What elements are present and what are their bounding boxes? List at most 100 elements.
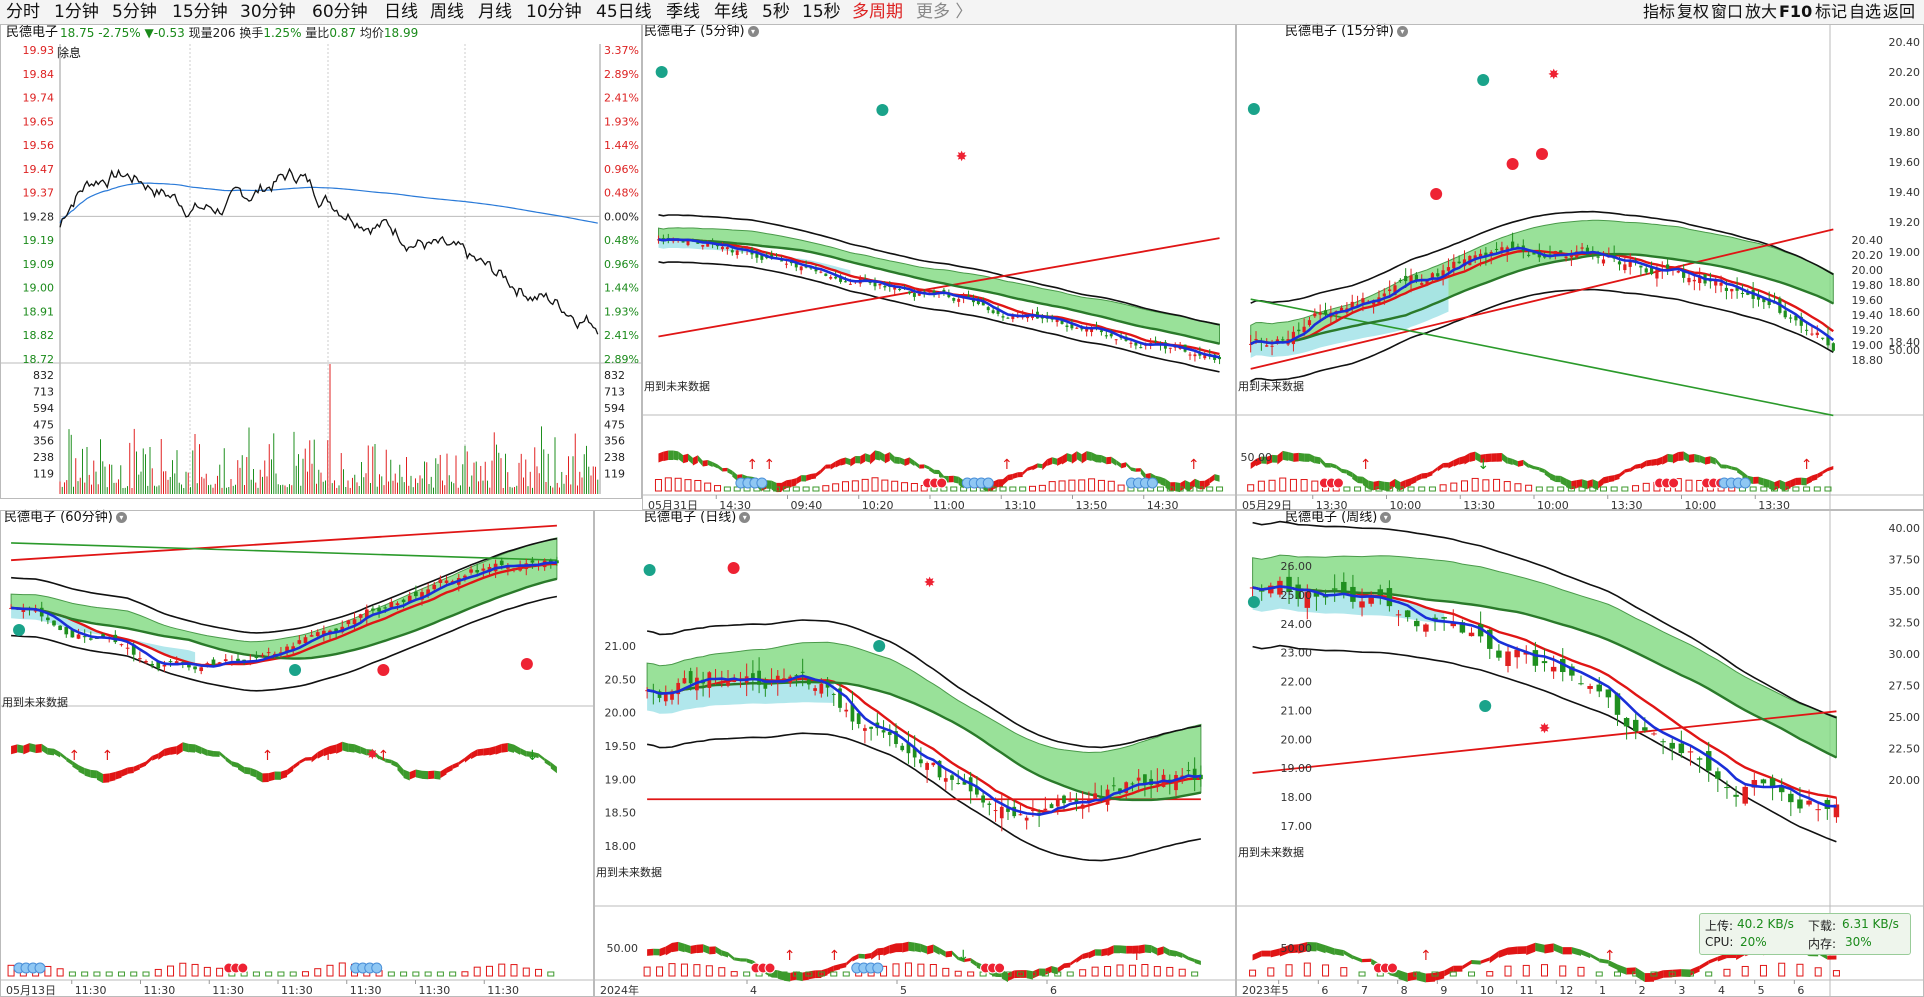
indicator-wave (1027, 465, 1033, 471)
indicator-wave (740, 958, 747, 962)
indicator-wave (712, 462, 718, 469)
indicator-wave (262, 773, 269, 783)
candle-body (193, 666, 197, 670)
indicator-wave (1190, 478, 1195, 491)
tab-5min[interactable]: 5分钟 (112, 1, 157, 23)
candle-body (266, 652, 271, 654)
indicator-bar (694, 479, 702, 492)
candle-body (848, 283, 852, 285)
indicator-wave (182, 742, 189, 753)
tab-quarterly[interactable]: 季线 (666, 1, 700, 23)
candle-body (1395, 614, 1402, 616)
zoom-button[interactable]: 放大 (1745, 1, 1777, 23)
indicator-wave (354, 744, 361, 755)
indicator-wave (1405, 478, 1412, 488)
upload-speed: 40.2 KB/s (1737, 917, 1794, 931)
indicator-wave (1535, 942, 1545, 953)
indicator-wave (845, 457, 851, 466)
tab-daily[interactable]: 日线 (384, 1, 418, 23)
indicator-button[interactable]: 指标 (1643, 1, 1675, 23)
indicator-wave (894, 456, 900, 465)
candle-body (1601, 259, 1606, 264)
indicator-wave (1346, 469, 1353, 478)
tab-weekly[interactable]: 周线 (430, 1, 464, 23)
candle-body (475, 570, 480, 573)
up-arrow-icon: ↑ (746, 457, 758, 473)
indicator-wave (1362, 958, 1372, 963)
indicator-wave (293, 760, 300, 770)
pct-axis-label: 0.00% (604, 210, 639, 223)
right-axis-label: 50.00 (1889, 344, 1921, 357)
indicator-bar (1354, 486, 1362, 492)
tab-monthly[interactable]: 月线 (478, 1, 512, 23)
indicator-bar (1279, 477, 1287, 492)
candle-body (82, 636, 87, 638)
time-axis-label: 10:00 (1685, 499, 1717, 510)
mark-button[interactable]: 标记 (1815, 1, 1847, 23)
indicator-bar (1216, 486, 1224, 492)
indicator-bar (1814, 967, 1822, 977)
tab-more[interactable]: 更多 〉 (916, 1, 972, 23)
price-axis-label: 19.56 (23, 139, 55, 152)
tab-yearly[interactable]: 年线 (714, 1, 748, 23)
candle-body (1055, 799, 1060, 807)
indicator-wave (1619, 469, 1625, 478)
indicator-wave (953, 475, 959, 484)
indicator-wave (875, 450, 880, 461)
indicator-wave (889, 943, 896, 954)
tab-multi-period[interactable]: 多周期 (852, 1, 903, 23)
kline-chart-15min[interactable]: 20.40 20.20 20.00 19.80 19.60 19.40 19.20 19.00… (1236, 24, 1924, 510)
indicator-bar (1091, 966, 1099, 977)
tab-30min[interactable]: 30分钟 (240, 1, 296, 23)
indicator-wave (1690, 965, 1700, 976)
indicator-wave (734, 957, 741, 962)
candle-body (1692, 279, 1696, 282)
candle-body (819, 271, 823, 273)
tab-10min[interactable]: 10分钟 (526, 1, 582, 23)
indicator-bar (1759, 964, 1767, 977)
time-axis-label: 1 (1599, 984, 1606, 997)
tab-1min[interactable]: 1分钟 (54, 1, 99, 23)
sub-axis-label: 50.00 (1241, 451, 1273, 464)
candle-body (303, 637, 308, 644)
future-data-note: 用到未来数据 (1238, 845, 1304, 859)
indicator-bar (861, 478, 869, 492)
indicator-wave (1656, 456, 1663, 466)
indicator-bar (1621, 486, 1629, 492)
price-line (59, 167, 599, 335)
window-button[interactable]: 窗口 (1711, 1, 1743, 23)
f10-button[interactable]: F10 (1779, 1, 1812, 23)
indicator-wave (164, 747, 171, 757)
candle-body (800, 671, 805, 673)
indicator-wave (1151, 945, 1158, 956)
candle-body (814, 269, 818, 272)
indicator-wave (835, 458, 841, 468)
tab-15min[interactable]: 15分钟 (172, 1, 228, 23)
indicator-wave (1334, 948, 1344, 957)
panel-border (642, 24, 1236, 510)
kline-chart-60min[interactable]: 用到未来数据 ↑ ↑ ↑ ↑ ↑ ↓ ✸ 05月13日 11:30 11:30 11:30 11:30 1… (0, 510, 594, 997)
tab-45day[interactable]: 45日线 (596, 1, 652, 23)
indicator-bar (191, 963, 199, 977)
kline-chart-daily[interactable]: 21.00 20.50 20.00 19.50 19.00 18.50 18.00 用到未来数… (594, 510, 1236, 997)
intraday-chart[interactable]: 19.93 3.37% 19.84 2.89% 19.74 2.41% 19.65 1.93%… (0, 24, 642, 499)
indicator-wave (1501, 453, 1508, 465)
tab-intraday[interactable]: 分时 (6, 1, 40, 23)
adjust-button[interactable]: 复权 (1677, 1, 1709, 23)
tab-5sec[interactable]: 5秒 (762, 1, 790, 23)
watchlist-button[interactable]: 自选 (1849, 1, 1881, 23)
indicator-bar (904, 962, 912, 977)
candle-body (1742, 786, 1748, 804)
indicator-wave (796, 475, 802, 485)
tab-60min[interactable]: 60分钟 (312, 1, 368, 23)
time-axis-label: 11:30 (281, 984, 313, 997)
candle-body (1420, 282, 1424, 285)
time-axis-label: 6 (1797, 984, 1804, 997)
future-data-note: 用到未来数据 (644, 379, 710, 393)
back-button[interactable]: 返回 (1883, 1, 1915, 23)
candle-body (1788, 317, 1793, 319)
indicator-wave (158, 748, 165, 760)
kline-chart-5min[interactable]: 用到未来数据 ↑ ↑ ↑ ↑ ✸ 05月31日 14:30 09:40 10:20 11:00 13:… (642, 24, 1236, 510)
teal-signal-icon (289, 664, 302, 676)
tab-15sec[interactable]: 15秒 (802, 1, 841, 23)
